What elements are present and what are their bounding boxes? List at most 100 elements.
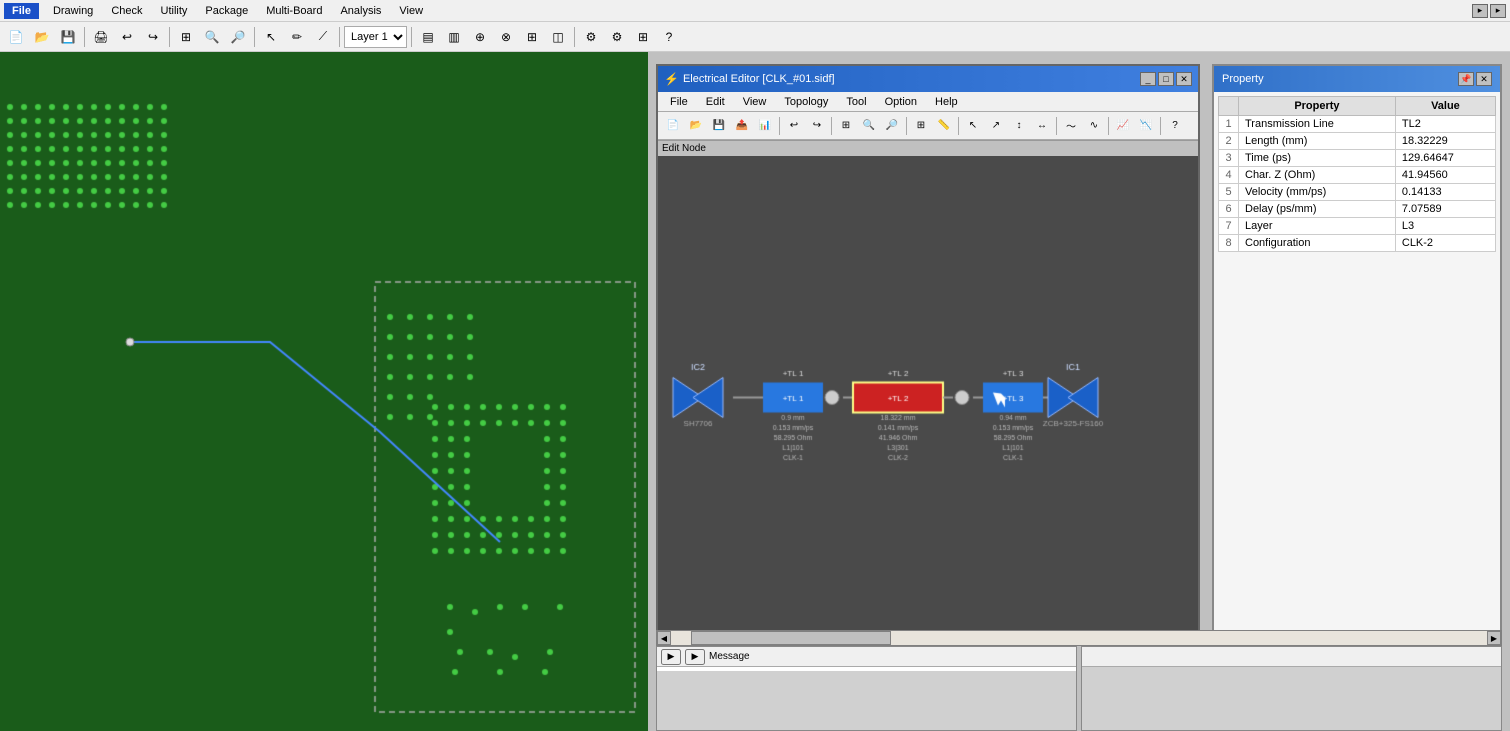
property-row: 6 Delay (ps/mm) 7.07589	[1219, 201, 1496, 218]
e-tb-new[interactable]: 📄	[662, 115, 684, 137]
prop-row-num: 8	[1219, 235, 1239, 252]
prop-row-name: Time (ps)	[1239, 150, 1396, 167]
menu-check[interactable]: Check	[103, 3, 150, 19]
prop-row-name: Configuration	[1239, 235, 1396, 252]
menu-multiboard[interactable]: Multi-Board	[258, 3, 330, 19]
main-menubar: File Drawing Check Utility Package Multi…	[0, 0, 1510, 22]
tb-zoom-out[interactable]: 🔎	[226, 25, 250, 49]
elec-minimize[interactable]: _	[1140, 72, 1156, 86]
e-tb-open[interactable]: 📂	[685, 115, 707, 137]
property-table: Property Value 1 Transmission Line TL2 2…	[1218, 96, 1496, 252]
elec-menubar: File Edit View Topology Tool Option Help	[658, 92, 1198, 112]
e-tb-undo[interactable]: ↩	[783, 115, 805, 137]
tb-more2[interactable]: ▥	[442, 25, 466, 49]
property-title: Property	[1222, 73, 1264, 85]
tb-help[interactable]: ?	[657, 25, 681, 49]
elec-title-text: Electrical Editor [CLK_#01.sidf]	[683, 73, 835, 85]
elec-maximize[interactable]: □	[1158, 72, 1174, 86]
bottom-tab-2[interactable]: ▶	[685, 649, 705, 665]
e-tb-grid[interactable]: ⊞	[910, 115, 932, 137]
e-tb-save[interactable]: 💾	[708, 115, 730, 137]
scroll-thumb[interactable]	[691, 631, 891, 645]
e-tb-ruler[interactable]: 📏	[933, 115, 955, 137]
prop-row-value: 7.07589	[1395, 201, 1495, 218]
e-tb-plot2[interactable]: 📉	[1135, 115, 1157, 137]
bottom-panels: ▶ ▶ Message	[656, 646, 1502, 731]
e-tb-select3[interactable]: ↕	[1008, 115, 1030, 137]
e-tb-select1[interactable]: ↖	[962, 115, 984, 137]
tb-more4[interactable]: ⊗	[494, 25, 518, 49]
prop-close[interactable]: ✕	[1476, 72, 1492, 86]
e-tb-chart[interactable]: 📊	[754, 115, 776, 137]
e-tb-plot[interactable]: 📈	[1112, 115, 1134, 137]
scroll-left[interactable]: ◀	[657, 631, 671, 645]
elec-close[interactable]: ✕	[1176, 72, 1192, 86]
horizontal-scrollbar[interactable]: ◀ ▶	[656, 630, 1502, 646]
tb-draw[interactable]: ✏	[285, 25, 309, 49]
e-tb-zoom-area[interactable]: ⊞	[835, 115, 857, 137]
elec-toolbar: 📄 📂 💾 📤 📊 ↩ ↪ ⊞ 🔍 🔎 ⊞ 📏 ↖	[658, 112, 1198, 140]
prop-row-num: 6	[1219, 201, 1239, 218]
tb-more3[interactable]: ⊕	[468, 25, 492, 49]
prop-col-property: Property	[1239, 97, 1396, 116]
property-titlebar: Property 📌 ✕	[1214, 66, 1500, 92]
prop-row-value: L3	[1395, 218, 1495, 235]
tb-more5[interactable]: ⊞	[520, 25, 544, 49]
elec-menu-edit[interactable]: Edit	[698, 94, 733, 110]
e-tb-select2[interactable]: ↗	[985, 115, 1007, 137]
tb-zoom-in[interactable]: 🔍	[200, 25, 224, 49]
elec-menu-help[interactable]: Help	[927, 94, 966, 110]
elec-menu-file[interactable]: File	[662, 94, 696, 110]
pcb-canvas[interactable]	[0, 52, 648, 731]
prop-pin[interactable]: 📌	[1458, 72, 1474, 86]
schematic-canvas[interactable]	[658, 156, 1198, 639]
prop-row-value: 41.94560	[1395, 167, 1495, 184]
bottom-right-toolbar	[1082, 647, 1501, 667]
property-row: 8 Configuration CLK-2	[1219, 235, 1496, 252]
app-nav-right[interactable]: ▸	[1490, 4, 1506, 18]
prop-col-value: Value	[1395, 97, 1495, 116]
e-tb-zoom-in[interactable]: 🔍	[858, 115, 880, 137]
tb-wire[interactable]: ⟋	[311, 25, 335, 49]
elec-menu-option[interactable]: Option	[877, 94, 925, 110]
menu-drawing[interactable]: Drawing	[45, 3, 101, 19]
tb-new[interactable]: 📄	[4, 25, 28, 49]
elec-menu-topology[interactable]: Topology	[776, 94, 836, 110]
menu-analysis[interactable]: Analysis	[332, 3, 389, 19]
elec-menu-view[interactable]: View	[735, 94, 775, 110]
scroll-right[interactable]: ▶	[1487, 631, 1501, 645]
property-row: 5 Velocity (mm/ps) 0.14133	[1219, 184, 1496, 201]
tb-config3[interactable]: ⊞	[631, 25, 655, 49]
tb-print[interactable]: 🖨	[89, 25, 113, 49]
elec-menu-tool[interactable]: Tool	[838, 94, 874, 110]
app-minimize[interactable]: ▸	[1472, 4, 1488, 18]
bottom-tab-1[interactable]: ▶	[661, 649, 681, 665]
e-tb-select4[interactable]: ↔	[1031, 115, 1053, 137]
tb-config2[interactable]: ⚙	[605, 25, 629, 49]
e-tb-redo[interactable]: ↪	[806, 115, 828, 137]
menu-view[interactable]: View	[391, 3, 431, 19]
tb-save[interactable]: 💾	[56, 25, 80, 49]
e-tb-help[interactable]: ?	[1164, 115, 1186, 137]
menu-utility[interactable]: Utility	[153, 3, 196, 19]
tb-select[interactable]: ↖	[259, 25, 283, 49]
scroll-track[interactable]	[671, 631, 1487, 645]
tb-layer-select[interactable]: Layer 1	[344, 26, 407, 48]
e-tb-wave[interactable]: 〜	[1060, 115, 1082, 137]
tb-redo[interactable]: ↪	[141, 25, 165, 49]
tb-open[interactable]: 📂	[30, 25, 54, 49]
e-tb-export[interactable]: 📤	[731, 115, 753, 137]
tb-more6[interactable]: ◫	[546, 25, 570, 49]
tb-zoom-fit[interactable]: ⊞	[174, 25, 198, 49]
tb-more1[interactable]: ▤	[416, 25, 440, 49]
tb-undo[interactable]: ↩	[115, 25, 139, 49]
bottom-right-panel	[1081, 646, 1502, 731]
prop-row-name: Velocity (mm/ps)	[1239, 184, 1396, 201]
prop-row-num: 5	[1219, 184, 1239, 201]
bottom-left-content	[657, 667, 1076, 671]
e-tb-zoom-out[interactable]: 🔎	[881, 115, 903, 137]
tb-config1[interactable]: ⚙	[579, 25, 603, 49]
e-tb-wave2[interactable]: ∿	[1083, 115, 1105, 137]
menu-package[interactable]: Package	[197, 3, 256, 19]
bottom-left-panel: ▶ ▶ Message	[656, 646, 1077, 731]
